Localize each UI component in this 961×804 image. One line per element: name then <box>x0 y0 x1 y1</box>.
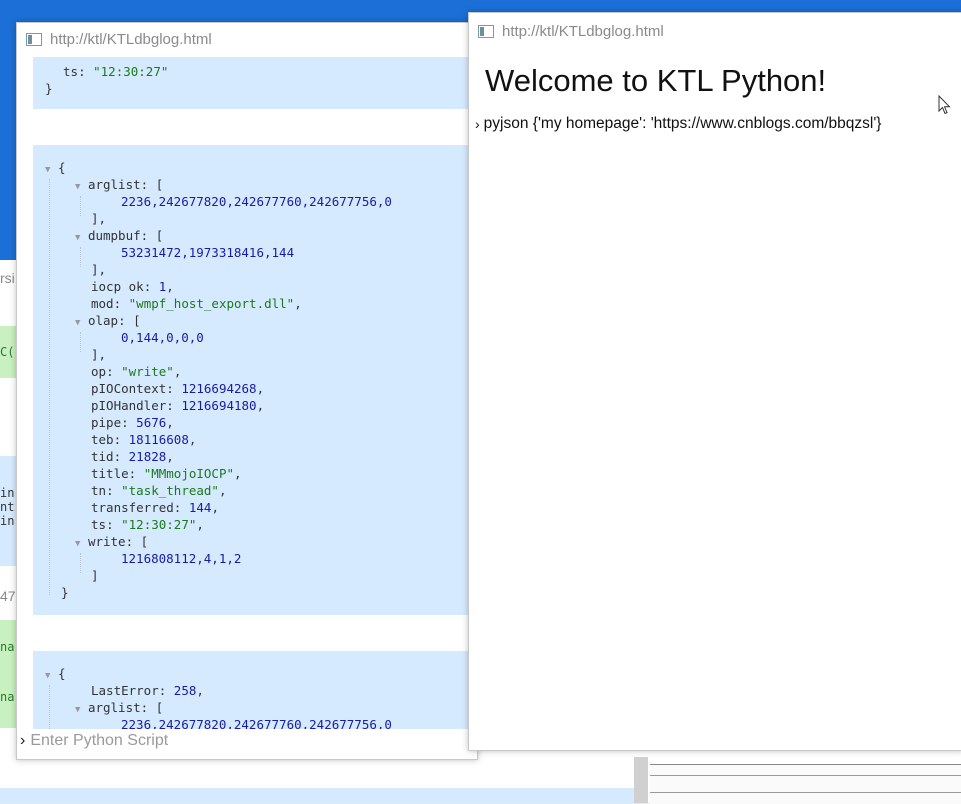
fragment-text: rsi <box>0 270 15 286</box>
background-scrollbar[interactable] <box>634 757 648 803</box>
json-array-values: 0,144,0,0,0 <box>121 330 204 345</box>
json-line: ], <box>91 211 107 226</box>
background-window-edge: rsi C( in nt in 47 na na <box>0 260 16 760</box>
json-entry: ts: "12:30:27" } <box>33 57 473 109</box>
json-close-brace: } <box>61 585 69 600</box>
json-array-values: 2236,242677820,242677760,242677756,0 <box>121 194 392 209</box>
fragment-text: in <box>0 514 15 528</box>
window-icon <box>478 24 494 38</box>
json-key: write <box>87 534 126 549</box>
json-line: ▼ { <box>45 666 66 681</box>
fragment-text: nt <box>0 500 15 514</box>
collapse-toggle-icon[interactable]: ▼ <box>75 318 80 328</box>
json-close-brace: } <box>45 81 53 96</box>
json-line: ts: "12:30:27" <box>63 64 169 79</box>
prompt-chevron-icon: › <box>20 732 26 749</box>
json-line: iocp ok: 1, <box>91 279 174 294</box>
json-line: ▼ { <box>45 160 66 175</box>
collapse-toggle-icon[interactable]: ▼ <box>75 182 80 192</box>
expand-chevron-icon[interactable]: › <box>475 116 480 132</box>
json-line: ], <box>91 262 107 277</box>
fragment-block: in nt in <box>0 456 16 566</box>
json-array-values: 1216808112,4,1,2 <box>121 551 242 566</box>
background-table <box>650 764 961 804</box>
json-line: tid: 21828, <box>91 449 174 464</box>
collapse-toggle-icon[interactable]: ▼ <box>45 671 50 681</box>
fragment-text: in <box>0 486 15 500</box>
fragment-text: 47 <box>0 588 16 604</box>
window-title: http://ktl/KTLdbglog.html <box>502 22 664 40</box>
json-key: arglist <box>87 700 141 715</box>
json-line: tn: "task_thread", <box>91 483 227 498</box>
fragment-text: C( <box>0 326 16 378</box>
collapse-toggle-icon[interactable]: ▼ <box>75 233 80 243</box>
collapse-toggle-icon[interactable]: ▼ <box>75 705 80 715</box>
background-json-block <box>0 788 634 803</box>
python-script-input[interactable] <box>30 732 431 750</box>
json-key: dumpbuf <box>87 228 141 243</box>
json-line: ] <box>91 568 99 583</box>
fragment-text: na <box>0 640 15 654</box>
debug-log-window[interactable]: http://ktl/KTLdbglog.html ts: "12:30:27"… <box>16 22 478 760</box>
fragment-text: na <box>0 690 15 704</box>
fragment-block: na na <box>0 620 16 728</box>
json-line: mod: "wmpf_host_export.dll", <box>91 296 302 311</box>
collapse-toggle-icon[interactable]: ▼ <box>45 165 50 175</box>
json-key: olap <box>87 313 119 328</box>
json-line: pipe: 5676, <box>91 415 174 430</box>
json-line: op: "write", <box>91 364 182 379</box>
json-line: ts: "12:30:27", <box>91 517 204 532</box>
json-line: pIOHandler: 1216694180, <box>91 398 265 413</box>
json-key: arglist <box>87 177 141 192</box>
window-icon <box>26 32 42 46</box>
json-line: LastError: 258, <box>91 683 204 698</box>
title-bar[interactable]: http://ktl/KTLdbglog.html <box>17 23 477 55</box>
json-key: ts <box>63 64 79 79</box>
json-line: transferred: 144, <box>91 500 219 515</box>
output-text: pyjson {'my homepage': 'https://www.cnbl… <box>483 115 882 132</box>
collapse-toggle-icon[interactable]: ▼ <box>75 539 80 549</box>
title-bar[interactable]: http://ktl/KTLdbglog.html <box>469 13 961 49</box>
json-line: ], <box>91 347 107 362</box>
window-title: http://ktl/KTLdbglog.html <box>50 30 212 48</box>
json-array-values: 53231472,1973318416,144 <box>121 245 295 260</box>
json-entry: ▼ { LastError: 258, ▼ arglist: [ 2236,24… <box>33 651 473 732</box>
script-input-row: › <box>17 729 477 753</box>
json-entry: ▼ { ▼ arglist: [ 2236,242677820,24267776… <box>33 145 473 615</box>
ktl-python-window[interactable]: http://ktl/KTLdbglog.html Welcome to KTL… <box>468 12 961 751</box>
json-line: pIOContext: 1216694268, <box>91 381 265 396</box>
json-line: teb: 18116608, <box>91 432 197 447</box>
mouse-cursor-icon <box>938 95 951 115</box>
page-heading: Welcome to KTL Python! <box>485 63 827 98</box>
output-line: › pyjson {'my homepage': 'https://www.cn… <box>475 115 882 133</box>
json-string: "12:30:27" <box>93 64 169 79</box>
json-line: title: "MMmojoIOCP", <box>91 466 242 481</box>
